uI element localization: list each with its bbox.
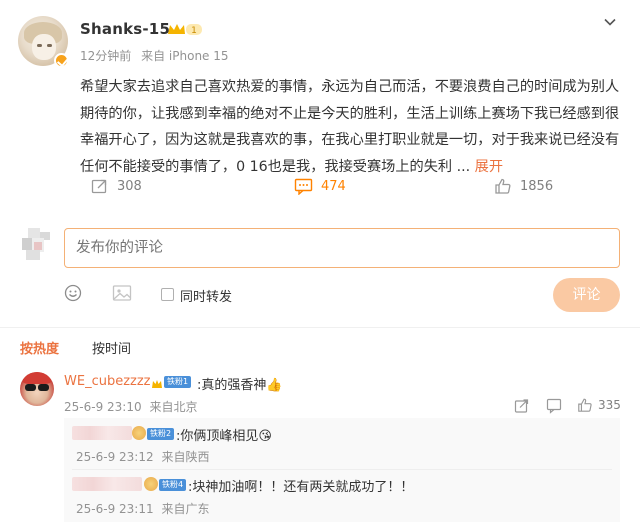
repost-icon (91, 179, 107, 194)
reply-divider (72, 469, 612, 470)
share-icon[interactable] (514, 398, 530, 418)
image-icon[interactable] (112, 284, 132, 302)
fan-badge: 铁粉4 (159, 479, 187, 491)
tab-sort-time[interactable]: 按时间 (92, 338, 131, 357)
reply-text: :你俩顶峰相见😘 (176, 429, 272, 444)
kiss-emoji-icon: 😘 (258, 429, 272, 444)
fan-badge: 铁粉1 (164, 376, 192, 388)
comment-like-button[interactable]: 335 (577, 397, 621, 413)
my-avatar (20, 228, 52, 260)
commenter-avatar[interactable] (20, 372, 54, 406)
repost-button[interactable]: 308 (91, 176, 142, 196)
reply-meta: 25-6-9 23:12 来自陕西 (76, 450, 210, 464)
post-text: 希望大家去追求自己喜欢热爱的事情，永远为自己而活，不要浪费自己的时间成为别人期待… (80, 79, 620, 176)
comment-text: :真的强香神👍 (197, 378, 283, 393)
author-name[interactable]: Shanks-15 (80, 20, 170, 38)
like-button[interactable]: 1856 (494, 176, 553, 196)
tab-sort-hot[interactable]: 按热度 (20, 338, 59, 357)
chevron-down-icon[interactable] (603, 14, 617, 28)
post-time[interactable]: 12分钟前 (80, 49, 131, 63)
thumbs-up-icon (495, 178, 511, 194)
repost-checkbox-label: 同时转发 (180, 290, 233, 305)
comment-input[interactable] (64, 228, 620, 268)
reply-username[interactable] (72, 426, 132, 440)
comment-button[interactable]: 474 (294, 176, 346, 196)
reply-username[interactable] (72, 477, 142, 491)
comment-meta: 25-6-9 23:10 来自北京 (64, 398, 197, 415)
crown-icon (151, 375, 163, 394)
submit-comment-button[interactable]: 评论 (553, 278, 620, 312)
reply-icon[interactable] (546, 398, 562, 418)
fan-badge: 铁粉2 (147, 428, 175, 440)
comment-source: 来自北京 (149, 400, 198, 414)
post-source: 来自 iPhone 15 (141, 49, 229, 63)
reply-text: :块神加油啊！！还有两关就成功了！！ (188, 480, 414, 495)
comment-icon (294, 178, 313, 195)
emoji-icon[interactable] (64, 284, 84, 302)
post-meta: 12分钟前 来自 iPhone 15 (80, 47, 229, 64)
reply-avatar-icon (144, 477, 158, 491)
expand-link[interactable]: 展开 (475, 159, 503, 175)
level-badge-icon: 1 (167, 22, 203, 37)
thumbs-up-icon (578, 398, 592, 412)
divider (0, 327, 640, 328)
reply-avatar-icon (132, 426, 146, 440)
reply-meta: 25-6-9 23:11 来自广东 (76, 502, 210, 516)
commenter-name[interactable]: WE_cubezzzz (64, 374, 151, 389)
thumbs-up-emoji-icon: 👍 (266, 378, 283, 393)
comment-time: 25-6-9 23:10 (64, 400, 142, 414)
verified-badge-icon (54, 53, 69, 68)
repost-checkbox[interactable] (161, 288, 174, 301)
svg-text:1: 1 (191, 26, 197, 36)
